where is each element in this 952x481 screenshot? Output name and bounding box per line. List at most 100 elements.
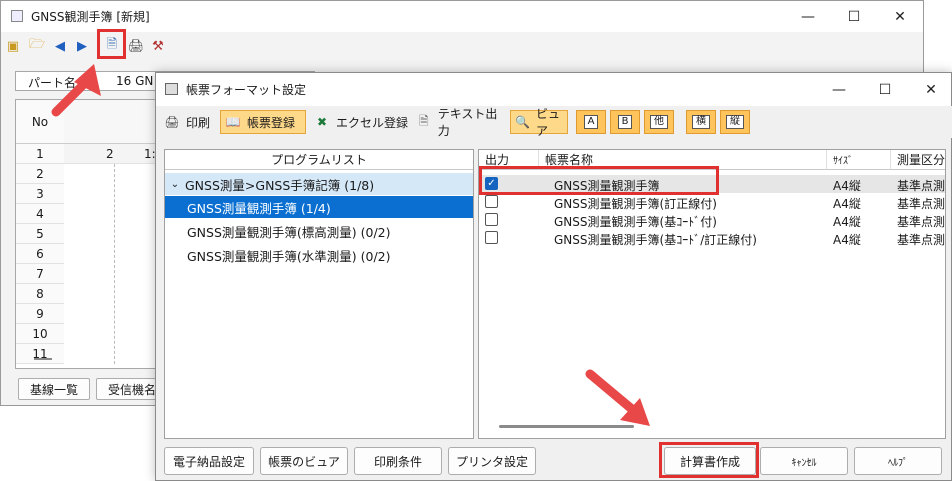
dialog-minimize-button[interactable]: —: [816, 73, 862, 106]
landscape-button[interactable]: 横: [686, 110, 716, 134]
form-category: 基準点測: [897, 179, 946, 193]
print-icon[interactable]: 🖨: [127, 37, 145, 55]
row-number: 11: [16, 344, 64, 364]
main-window-title: GNSS観測手簿 [新規]: [31, 10, 150, 24]
form-category: 基準点測: [897, 215, 946, 229]
electronic-delivery-button[interactable]: 電子納品設定: [164, 447, 254, 475]
prev-icon[interactable]: ◀: [51, 37, 69, 55]
part-label: パート名: [28, 76, 77, 90]
chevron-down-icon: ⌄: [170, 178, 180, 190]
dialog-toolbar: 🖨 印刷 📖 帳票登録 ✖ エクセル登録 🗎 テキスト出力 🔍 ビュア A B …: [156, 106, 952, 138]
output-checkbox[interactable]: [485, 195, 498, 208]
output-checkbox[interactable]: [485, 231, 498, 244]
create-button-highlight: [659, 442, 759, 478]
grid-scroll-thumb[interactable]: [34, 358, 52, 360]
landscape-label: 横: [692, 115, 710, 129]
dialog-titlebar: 帳票フォーマット設定 — ☐ ✕: [156, 73, 951, 106]
form-name: GNSS測量観測手簿(基ｺｰﾄﾞ付): [554, 215, 717, 229]
dialog-maximize-button[interactable]: ☐: [862, 73, 908, 106]
settings-icon[interactable]: ⚒: [149, 37, 167, 55]
form-row[interactable]: GNSS測量観測手簿(基ｺｰﾄﾞ付) A4縦 基準点測: [479, 211, 946, 229]
dialog-icon: [165, 83, 178, 95]
program-list-header: プログラムリスト: [165, 150, 473, 170]
viewer-icon: 🔍: [515, 115, 530, 129]
letter-b-button[interactable]: B: [610, 110, 640, 134]
form-name: GNSS測量観測手簿(基ｺｰﾄﾞ/訂正線付): [554, 233, 757, 247]
column-size[interactable]: ｻｲｽﾞ: [827, 150, 891, 170]
maximize-button[interactable]: ☐: [831, 1, 877, 32]
help-button[interactable]: ﾍﾙﾌﾟ: [854, 447, 942, 475]
row-number: 2: [16, 164, 64, 184]
letter-b-label: B: [617, 115, 633, 129]
main-toolbar: ▣ 🗁 ◀ ▶ 🗎 🖨 ⚒: [1, 32, 923, 60]
cancel-button[interactable]: ｷｬﾝｾﾙ: [760, 447, 848, 475]
grid-cell: 2: [106, 147, 114, 161]
open-icon[interactable]: 🗁: [28, 37, 46, 55]
form-name: GNSS測量観測手簿(訂正線付): [554, 197, 717, 211]
first-row-highlight: [479, 166, 719, 195]
tree-item-gnss-leveling[interactable]: GNSS測量観測手簿(水準測量) (0/2): [165, 244, 473, 266]
print-conditions-button[interactable]: 印刷条件: [354, 447, 442, 475]
next-icon[interactable]: ▶: [73, 37, 91, 55]
text-output-button[interactable]: 🗎 テキスト出力: [412, 107, 508, 138]
printer-settings-button[interactable]: プリンタ設定: [448, 447, 536, 475]
book-icon: 📖: [225, 115, 241, 129]
tree-item-gnss-elevation[interactable]: GNSS測量観測手簿(標高測量) (0/2): [165, 220, 473, 242]
program-list-panel: プログラムリスト ⌄ GNSS測量>GNSS手簿記簿 (1/8) GNSS測量観…: [164, 149, 474, 439]
text-output-label: テキスト出力: [437, 107, 498, 138]
main-titlebar: GNSS観測手簿 [新規] — ☐ ✕: [1, 1, 923, 32]
row-number: 9: [16, 304, 64, 324]
horizontal-scrollbar[interactable]: [499, 425, 634, 428]
form-row[interactable]: GNSS測量観測手簿(基ｺｰﾄﾞ/訂正線付) A4縦 基準点測: [479, 229, 946, 247]
document-icon: 🗎: [419, 113, 429, 128]
output-checkbox[interactable]: [485, 213, 498, 226]
form-size: A4縦: [833, 197, 861, 211]
form-row[interactable]: GNSS測量観測手簿(訂正線付) A4縦 基準点測: [479, 193, 946, 211]
print-tool-button[interactable]: 🖨 印刷: [160, 110, 216, 134]
row-number: 1: [16, 144, 64, 164]
tree-item-label: GNSS測量>GNSS手簿記簿 (1/8): [185, 177, 375, 193]
form-format-dialog: 帳票フォーマット設定 — ☐ ✕ 🖨 印刷 📖 帳票登録 ✖ エクセル登録 🗎 …: [155, 72, 952, 481]
tree-item-gnss-group[interactable]: ⌄ GNSS測量>GNSS手簿記簿 (1/8): [165, 173, 473, 195]
dialog-title: 帳票フォーマット設定: [186, 83, 307, 97]
row-number: 3: [16, 184, 64, 204]
grid-divider: [114, 164, 115, 364]
form-register-button[interactable]: 📖 帳票登録: [220, 110, 306, 134]
grid-header-no: No: [16, 100, 64, 144]
baseline-list-button[interactable]: 基線一覧: [18, 378, 90, 400]
dialog-close-button[interactable]: ✕: [908, 73, 952, 106]
tree-item-label: GNSS測量観測手簿(標高測量) (0/2): [187, 224, 391, 240]
tree-item-gnss-observation[interactable]: GNSS測量観測手簿 (1/4): [165, 196, 473, 218]
form-viewer-button[interactable]: 帳票のビュア: [260, 447, 348, 475]
new-icon[interactable]: ▣: [4, 37, 22, 55]
close-button[interactable]: ✕: [877, 1, 923, 32]
row-number: 6: [16, 244, 64, 264]
portrait-button[interactable]: 縦: [720, 110, 750, 134]
minimize-button[interactable]: —: [785, 1, 831, 32]
letter-a-label: A: [583, 115, 599, 129]
excel-register-label: エクセル登録: [336, 115, 409, 130]
app-icon: [11, 10, 23, 22]
tree-item-label: GNSS測量観測手簿(水準測量) (0/2): [187, 248, 391, 264]
form-category: 基準点測: [897, 197, 946, 211]
letter-a-button[interactable]: A: [576, 110, 606, 134]
form-size: A4縦: [833, 179, 861, 193]
form-size: A4縦: [833, 215, 861, 229]
row-number: 10: [16, 324, 64, 344]
form-register-label: 帳票登録: [247, 115, 296, 130]
excel-icon: ✖: [316, 115, 328, 129]
letter-other-button[interactable]: 他: [644, 110, 674, 134]
form-category: 基準点測: [897, 233, 946, 247]
report-icon-highlight: [97, 29, 126, 59]
column-category[interactable]: 測量区分: [891, 150, 945, 170]
row-number: 5: [16, 224, 64, 244]
form-size: A4縦: [833, 233, 861, 247]
part-value: 16 GN: [116, 74, 154, 88]
row-number: 4: [16, 204, 64, 224]
excel-register-button[interactable]: ✖ エクセル登録: [310, 110, 408, 134]
letter-other-label: 他: [650, 115, 668, 129]
row-number: 7: [16, 264, 64, 284]
portrait-label: 縦: [726, 115, 744, 129]
grid-cell: 1:: [144, 147, 156, 161]
viewer-button[interactable]: 🔍 ビュア: [510, 107, 568, 138]
